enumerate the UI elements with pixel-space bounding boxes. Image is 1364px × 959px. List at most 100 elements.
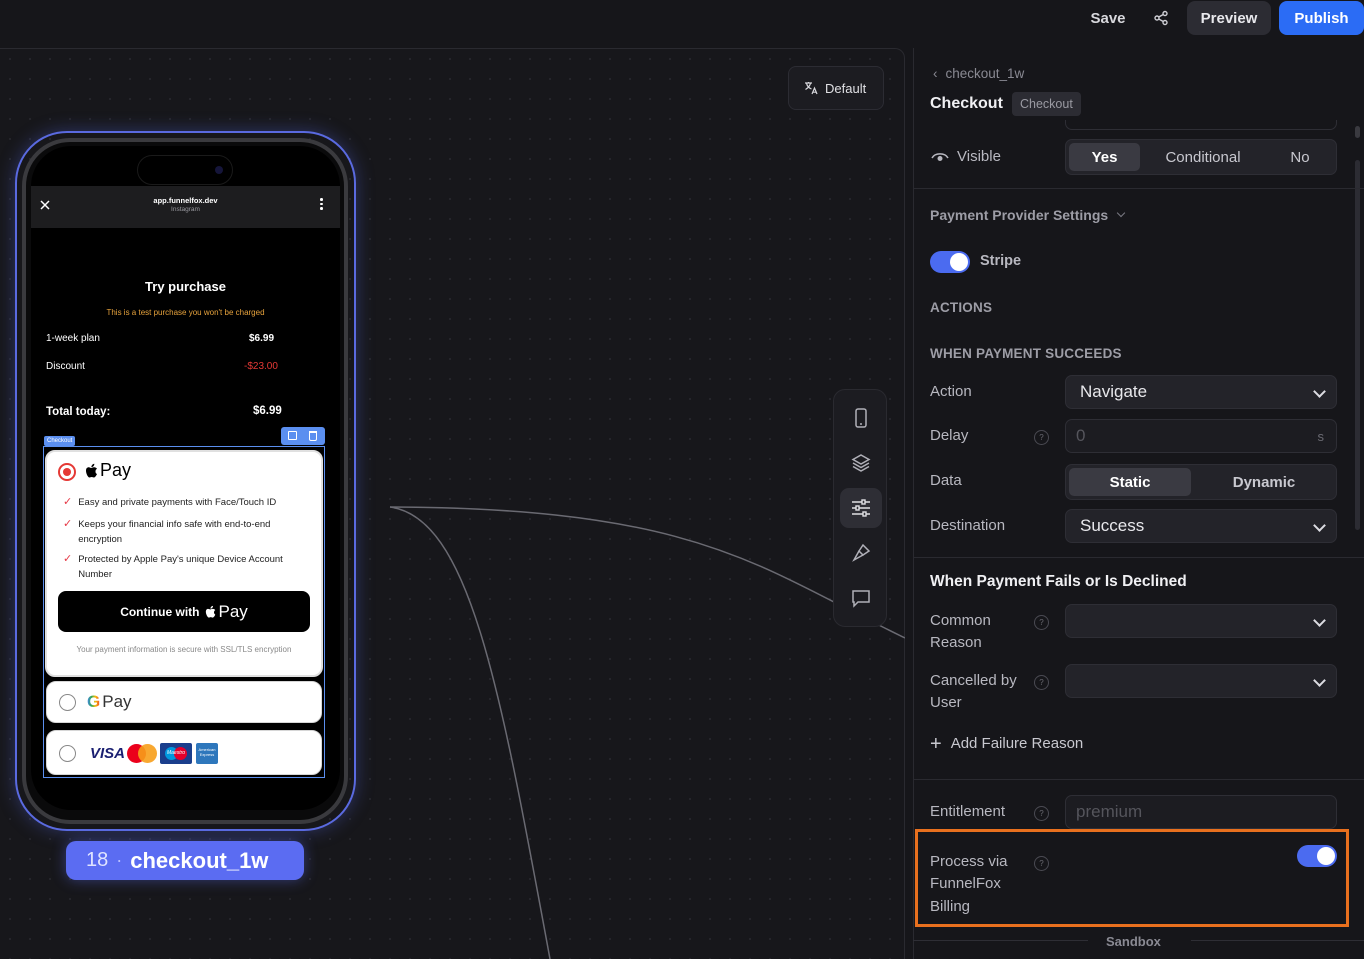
apple-pay-radio[interactable]	[58, 463, 76, 481]
entitlement-input[interactable]: premium	[1065, 795, 1337, 829]
top-bar: Save Preview Publish	[0, 0, 1364, 48]
breadcrumb[interactable]: ‹ checkout_1w	[933, 66, 1024, 81]
clipped-field	[1065, 120, 1337, 130]
phone-icon	[855, 408, 867, 428]
layers-tool[interactable]	[840, 443, 882, 483]
discount-label: Discount	[46, 361, 85, 372]
element-tag: Checkout	[44, 436, 76, 446]
dynamic-island	[137, 155, 233, 185]
panel-scroll-up[interactable]	[1355, 126, 1360, 138]
more-icon[interactable]	[320, 198, 324, 210]
check-icon: ✓	[63, 553, 73, 565]
share-button[interactable]	[1144, 1, 1178, 35]
plan-price: $6.99	[249, 333, 275, 344]
help-icon[interactable]: ?	[1034, 856, 1049, 871]
fails-heading: When Payment Fails or Is Declined	[930, 573, 1187, 590]
comments-tool[interactable]	[840, 578, 882, 618]
data-static[interactable]: Static	[1069, 468, 1191, 496]
action-label: Action	[930, 383, 972, 400]
save-button[interactable]: Save	[1080, 1, 1136, 35]
destination-select[interactable]: Success	[1065, 509, 1337, 543]
delay-label: Delay	[930, 427, 969, 444]
divider	[913, 188, 1364, 189]
share-icon	[1154, 10, 1168, 26]
element-actions	[281, 427, 325, 445]
help-icon[interactable]: ?	[1034, 806, 1049, 821]
add-failure-reason-button[interactable]: + Add Failure Reason	[930, 732, 1083, 755]
visible-conditional[interactable]: Conditional	[1148, 143, 1258, 171]
node-name: checkout_1w	[130, 847, 269, 873]
divider	[913, 557, 1364, 558]
node-number: 18	[86, 849, 109, 871]
plus-icon: +	[930, 732, 942, 755]
check-icon: ✓	[63, 496, 73, 508]
entitlement-label: Entitlement	[930, 803, 1006, 820]
help-icon[interactable]: ?	[1034, 675, 1049, 690]
element-type-badge: Checkout	[1012, 92, 1081, 116]
data-segmented: Static Dynamic	[1065, 464, 1337, 500]
style-tool[interactable]	[840, 533, 882, 573]
help-icon[interactable]: ?	[1034, 430, 1049, 445]
duplicate-icon[interactable]	[288, 431, 297, 440]
screen-node-label[interactable]: 18 · checkout_1w	[66, 841, 304, 880]
divider	[913, 779, 1364, 780]
discount-value: -$23.00	[244, 361, 278, 372]
benefit-item: ✓ Protected by Apple Pay's unique Device …	[63, 552, 307, 587]
apple-pay-option[interactable]: Pay ✓ Easy and private payments with Face…	[45, 450, 323, 677]
device-tool[interactable]	[840, 398, 882, 438]
eye-icon	[931, 152, 949, 161]
process-label-3: Billing	[930, 898, 971, 915]
preview-button[interactable]: Preview	[1187, 1, 1271, 35]
visible-label-row: Visible	[931, 148, 1001, 165]
sliders-icon	[852, 499, 870, 517]
visible-yes[interactable]: Yes	[1069, 143, 1140, 171]
mastercard-logo	[127, 744, 157, 763]
funnelfox-billing-toggle[interactable]	[1297, 845, 1337, 867]
apple-icon	[86, 463, 97, 477]
maestro-logo: Maestro	[160, 743, 192, 764]
translate-icon	[805, 82, 818, 95]
chevron-down-icon	[1313, 519, 1326, 532]
help-icon[interactable]: ?	[1034, 615, 1049, 630]
delay-input[interactable]: 0 s	[1065, 419, 1337, 453]
panel-title: Checkout	[930, 95, 1003, 112]
visibility-segmented: Yes Conditional No	[1065, 139, 1337, 175]
card-payment-option[interactable]: VISA Maestro American Express	[46, 730, 322, 775]
card-radio[interactable]	[59, 745, 76, 762]
google-pay-radio[interactable]	[59, 694, 76, 711]
chevron-down-icon	[1313, 385, 1326, 398]
when-success-heading: WHEN PAYMENT SUCCEEDS	[930, 346, 1122, 361]
comment-icon	[852, 590, 870, 608]
panel-scrollbar[interactable]	[1355, 160, 1360, 530]
cancelled-label-2: User	[930, 694, 962, 711]
google-pay-option[interactable]: G Pay	[46, 681, 322, 723]
chevron-down-icon	[1313, 674, 1326, 687]
data-dynamic[interactable]: Dynamic	[1199, 468, 1329, 496]
publish-button[interactable]: Publish	[1279, 1, 1364, 35]
provider-settings-toggle[interactable]: Payment Provider Settings	[930, 207, 1126, 223]
apple-pay-logo: Pay	[85, 460, 131, 481]
stripe-toggle[interactable]	[930, 251, 970, 273]
browser-url: app.funnelfox.dev	[153, 196, 218, 205]
browser-source: Instagram	[171, 206, 200, 213]
action-select[interactable]: Navigate	[1065, 375, 1337, 409]
amex-logo: American Express	[196, 743, 218, 764]
locale-default-button[interactable]: Default	[788, 66, 884, 110]
locale-label: Default	[825, 80, 867, 96]
screen-title: Try purchase	[145, 279, 226, 294]
common-reason-select[interactable]	[1065, 604, 1337, 638]
stripe-label: Stripe	[980, 253, 1022, 269]
cancelled-select[interactable]	[1065, 664, 1337, 698]
delete-icon[interactable]	[309, 431, 317, 441]
apple-pay-text: Pay	[100, 460, 132, 480]
settings-tool[interactable]	[840, 488, 882, 528]
continue-with-apple-pay-button[interactable]: Continue with Pay	[58, 591, 310, 632]
visible-no[interactable]: No	[1266, 143, 1334, 171]
chevron-left-icon: ‹	[933, 66, 938, 81]
node-separator: ·	[116, 850, 123, 870]
benefit-item: ✓ Keeps your financial info safe with end…	[63, 517, 307, 552]
chevron-down-icon	[1116, 208, 1126, 218]
cancelled-label-1: Cancelled by	[930, 672, 1017, 689]
common-reason-label-2: Reason	[930, 634, 982, 651]
visa-logo: VISA	[90, 745, 126, 762]
